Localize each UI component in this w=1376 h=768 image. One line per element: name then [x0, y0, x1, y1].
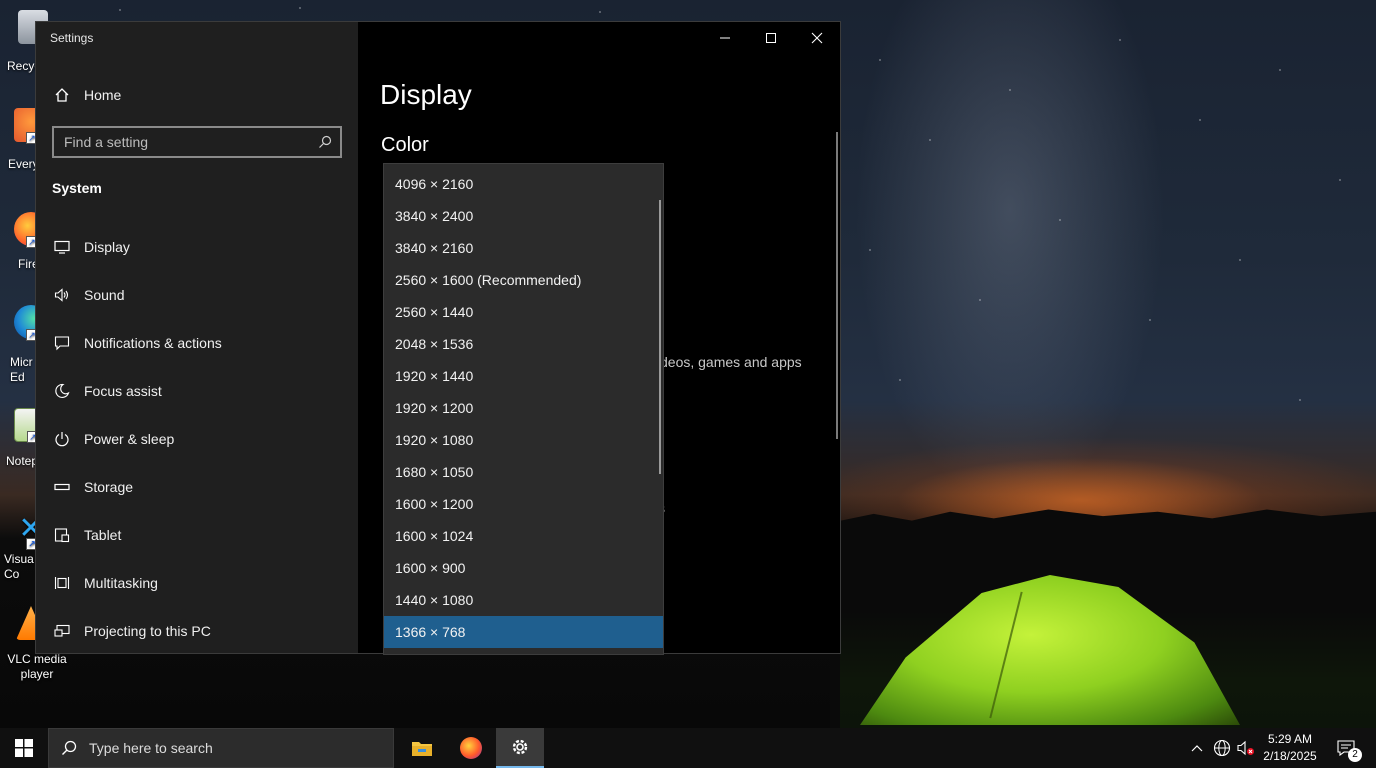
find-setting-input[interactable] — [54, 134, 310, 150]
taskbar-file-explorer[interactable] — [398, 728, 446, 768]
notification-count-badge: 2 — [1348, 748, 1362, 762]
show-hidden-icons-button[interactable] — [1186, 728, 1208, 768]
power-icon — [52, 429, 72, 449]
window-title: Settings — [50, 31, 94, 45]
sidebar-item-label: Sound — [84, 287, 125, 303]
resolution-option[interactable]: 1600 × 1024 — [384, 520, 663, 552]
sidebar-item-display[interactable]: Display — [36, 225, 358, 269]
speaker-icon — [52, 285, 72, 305]
multitasking-icon — [52, 573, 72, 593]
page-title: Display — [380, 79, 472, 110]
clock-date: 2/18/2025 — [1263, 749, 1317, 763]
volume-button[interactable] — [1234, 728, 1258, 768]
sidebar-item-label: Display — [84, 239, 130, 255]
resolution-option[interactable]: 3840 × 2160 — [384, 232, 663, 264]
maximize-button[interactable] — [748, 22, 794, 54]
taskbar-clock[interactable]: 5:29 AM 2/18/2025 — [1258, 731, 1322, 765]
projecting-icon — [52, 621, 72, 641]
sidebar-item-label: Projecting to this PC — [84, 623, 211, 639]
close-icon — [811, 32, 823, 44]
content-scrollbar[interactable] — [836, 132, 838, 439]
desktop-icon-label-text: Micr Ed — [10, 355, 33, 384]
sidebar-item-sound[interactable]: Sound — [36, 273, 358, 317]
close-button[interactable] — [794, 22, 840, 54]
sidebar-item-label: Home — [84, 87, 122, 103]
home-icon — [52, 85, 72, 105]
taskbar: Type here to search 5:29 AM 2/18/2025 2 — [0, 728, 1376, 768]
taskbar-settings[interactable] — [496, 728, 544, 768]
resolution-option[interactable]: 2048 × 1536 — [384, 328, 663, 360]
sidebar-item-label: Notifications & actions — [84, 335, 222, 351]
firefox-icon — [460, 737, 482, 759]
settings-window: Settings Home System Display Sound — [35, 21, 841, 655]
notification-icon — [52, 333, 72, 353]
tablet-icon — [52, 525, 72, 545]
resolution-option[interactable]: 2560 × 1440 — [384, 296, 663, 328]
file-explorer-icon — [412, 742, 432, 756]
desktop-icon-label-text: VLC media player — [7, 652, 67, 681]
sidebar-item-home[interactable]: Home — [36, 73, 358, 117]
partial-description-text: deos, games and apps — [660, 354, 802, 370]
resolution-option[interactable]: 3840 × 2400 — [384, 200, 663, 232]
sidebar-item-label: Focus assist — [84, 383, 162, 399]
storage-icon — [52, 477, 72, 497]
sidebar-item-focus-assist[interactable]: Focus assist — [36, 369, 358, 413]
display-resolution-dropdown-list[interactable]: 4096 × 2160 3840 × 2400 3840 × 2160 2560… — [383, 163, 664, 655]
chevron-up-icon — [1191, 745, 1203, 752]
sidebar-item-label: Power & sleep — [84, 431, 175, 447]
search-icon — [49, 740, 89, 756]
resolution-option-selected[interactable]: 1366 × 768 — [384, 616, 663, 648]
minimize-icon — [720, 37, 730, 39]
windows-logo-icon — [15, 739, 33, 757]
resolution-option[interactable]: 2560 × 1600 (Recommended) — [384, 264, 663, 296]
resolution-option[interactable]: 1600 × 900 — [384, 552, 663, 584]
resolution-option[interactable]: 1680 × 1050 — [384, 456, 663, 488]
sidebar-section-system: System — [52, 180, 102, 196]
sidebar-item-tablet[interactable]: Tablet — [36, 513, 358, 557]
sidebar-item-power-sleep[interactable]: Power & sleep — [36, 417, 358, 461]
color-heading: Color — [381, 134, 429, 156]
resolution-option[interactable]: 1440 × 1080 — [384, 584, 663, 616]
resolution-option[interactable]: 1600 × 1200 — [384, 488, 663, 520]
volume-muted-icon — [1237, 740, 1254, 756]
sidebar-item-label: Tablet — [84, 527, 122, 543]
resolution-option[interactable]: 1920 × 1200 — [384, 392, 663, 424]
sidebar-item-projecting[interactable]: Projecting to this PC — [36, 609, 358, 653]
settings-gear-icon — [512, 739, 528, 755]
search-icon[interactable] — [310, 135, 340, 149]
maximize-icon — [766, 33, 776, 43]
sidebar-item-notifications[interactable]: Notifications & actions — [36, 321, 358, 365]
taskbar-search-placeholder: Type here to search — [89, 740, 213, 756]
moon-icon — [52, 381, 72, 401]
resolution-option[interactable]: 1920 × 1440 — [384, 360, 663, 392]
action-center-button[interactable]: 2 — [1326, 728, 1366, 768]
taskbar-search-box[interactable]: Type here to search — [48, 728, 394, 768]
sidebar-item-label: Multitasking — [84, 575, 158, 591]
monitor-icon — [52, 237, 72, 257]
find-setting-search[interactable] — [52, 126, 342, 158]
resolution-option[interactable]: 1920 × 1080 — [384, 424, 663, 456]
network-icon — [1213, 739, 1231, 757]
desktop-icon-label-text: Visua Co — [4, 552, 34, 581]
sidebar-item-storage[interactable]: Storage — [36, 465, 358, 509]
dropdown-scrollbar[interactable] — [659, 200, 661, 474]
taskbar-firefox[interactable] — [447, 728, 495, 768]
minimize-button[interactable] — [702, 22, 748, 54]
clock-time: 5:29 AM — [1267, 732, 1313, 746]
resolution-option[interactable]: 4096 × 2160 — [384, 168, 663, 200]
sidebar-item-multitasking[interactable]: Multitasking — [36, 561, 358, 605]
desktop-icon-label: VLC media player — [0, 652, 74, 682]
network-button[interactable] — [1210, 728, 1234, 768]
sidebar-item-label: Storage — [84, 479, 134, 495]
settings-sidebar: Settings Home System Display Sound — [36, 22, 358, 653]
start-button[interactable] — [0, 728, 48, 768]
